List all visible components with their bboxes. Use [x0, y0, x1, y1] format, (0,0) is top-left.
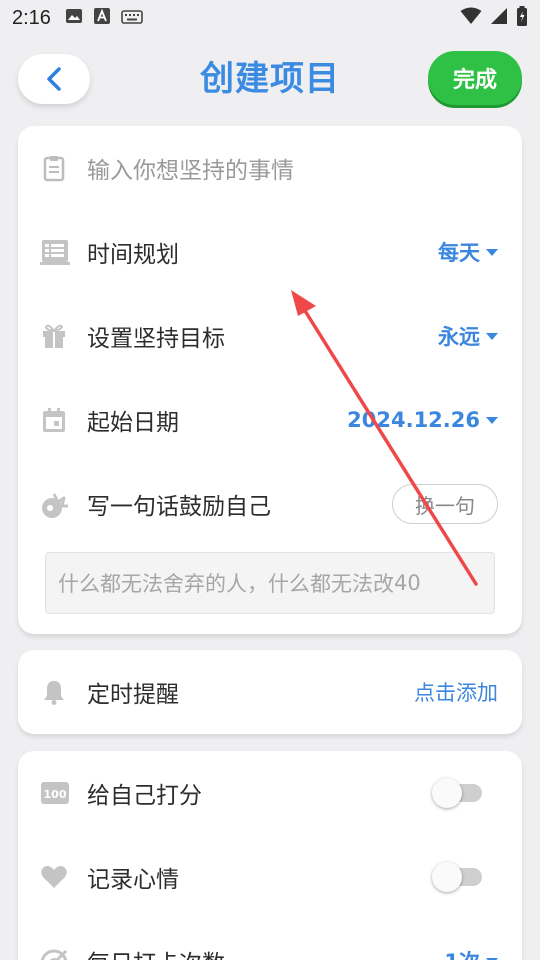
reminder-row[interactable]: 定时提醒 点击添加 — [18, 664, 522, 720]
cheer-icon — [40, 490, 68, 518]
keyboard-icon — [121, 7, 143, 29]
reminder-label: 定时提醒 — [87, 682, 179, 708]
daily-count-label: 每日打卡次数 — [87, 944, 225, 960]
daily-count-dropdown[interactable]: 1次 — [444, 946, 498, 960]
wifi-icon — [460, 7, 482, 30]
start-date-label: 起始日期 — [87, 410, 179, 436]
start-date-value: 2024.12.26 — [347, 408, 480, 432]
score-label: 给自己打分 — [87, 783, 202, 809]
caret-down-icon — [486, 248, 498, 256]
goal-label: 设置坚持目标 — [87, 326, 225, 352]
target-icon — [40, 947, 68, 960]
clipboard-icon — [40, 154, 68, 182]
image-icon — [65, 7, 83, 29]
score-toggle[interactable] — [432, 778, 482, 808]
schedule-dropdown[interactable]: 每天 — [438, 237, 498, 267]
motto-char-count: 40 — [394, 571, 421, 595]
bell-icon — [40, 678, 68, 706]
status-time: 2:16 — [12, 6, 51, 29]
reminder-card: 定时提醒 点击添加 — [18, 650, 522, 734]
daily-count-value: 1次 — [444, 946, 480, 960]
mood-label: 记录心情 — [87, 867, 179, 893]
start-date-dropdown[interactable]: 2024.12.26 — [347, 408, 498, 432]
name-input[interactable]: 输入你想坚持的事情 — [87, 151, 294, 185]
options-card: 100 给自己打分 记录心情 每日打卡次数 1次 — [18, 751, 522, 960]
font-icon — [93, 7, 111, 30]
motto-text: 什么都无法舍弃的人，什么都无法改 — [58, 572, 394, 596]
motto-input[interactable]: 什么都无法舍弃的人，什么都无法改 40 — [45, 552, 495, 614]
done-button[interactable]: 完成 — [428, 51, 522, 105]
status-bar: 2:16 — [0, 0, 540, 36]
schedule-label: 时间规划 — [87, 242, 179, 268]
schedule-row[interactable]: 时间规划 每天 — [18, 224, 522, 280]
signal-icon — [490, 7, 508, 30]
goal-value: 永远 — [438, 325, 480, 349]
battery-icon — [516, 5, 528, 31]
goal-dropdown[interactable]: 永远 — [438, 321, 498, 351]
add-reminder-link[interactable]: 点击添加 — [414, 677, 498, 707]
goal-row[interactable]: 设置坚持目标 永远 — [18, 308, 522, 364]
swap-quote-button[interactable]: 换一句 — [392, 484, 498, 524]
schedule-value: 每天 — [438, 241, 480, 265]
mood-row: 记录心情 — [18, 849, 522, 905]
header: 创建项目 完成 — [0, 48, 540, 112]
start-date-row[interactable]: 起始日期 2024.12.26 — [18, 392, 522, 448]
svg-text:100: 100 — [44, 788, 67, 801]
heart-icon — [40, 863, 68, 891]
project-settings-card: 输入你想坚持的事情 时间规划 每天 设置坚持目标 永远 起始日期 2024.12… — [18, 126, 522, 634]
gift-icon — [40, 322, 68, 350]
motto-label: 写一句话鼓励自己 — [87, 494, 271, 520]
motto-row: 写一句话鼓励自己 换一句 — [18, 476, 522, 532]
daily-count-row[interactable]: 每日打卡次数 1次 — [18, 933, 522, 960]
caret-down-icon — [486, 332, 498, 340]
name-input-row[interactable]: 输入你想坚持的事情 — [18, 140, 522, 196]
schedule-icon — [40, 238, 70, 266]
score-row: 100 给自己打分 — [18, 765, 522, 821]
caret-down-icon — [486, 416, 498, 424]
hundred-score-icon: 100 — [40, 779, 69, 807]
mood-toggle[interactable] — [432, 862, 482, 892]
calendar-icon — [40, 406, 68, 434]
